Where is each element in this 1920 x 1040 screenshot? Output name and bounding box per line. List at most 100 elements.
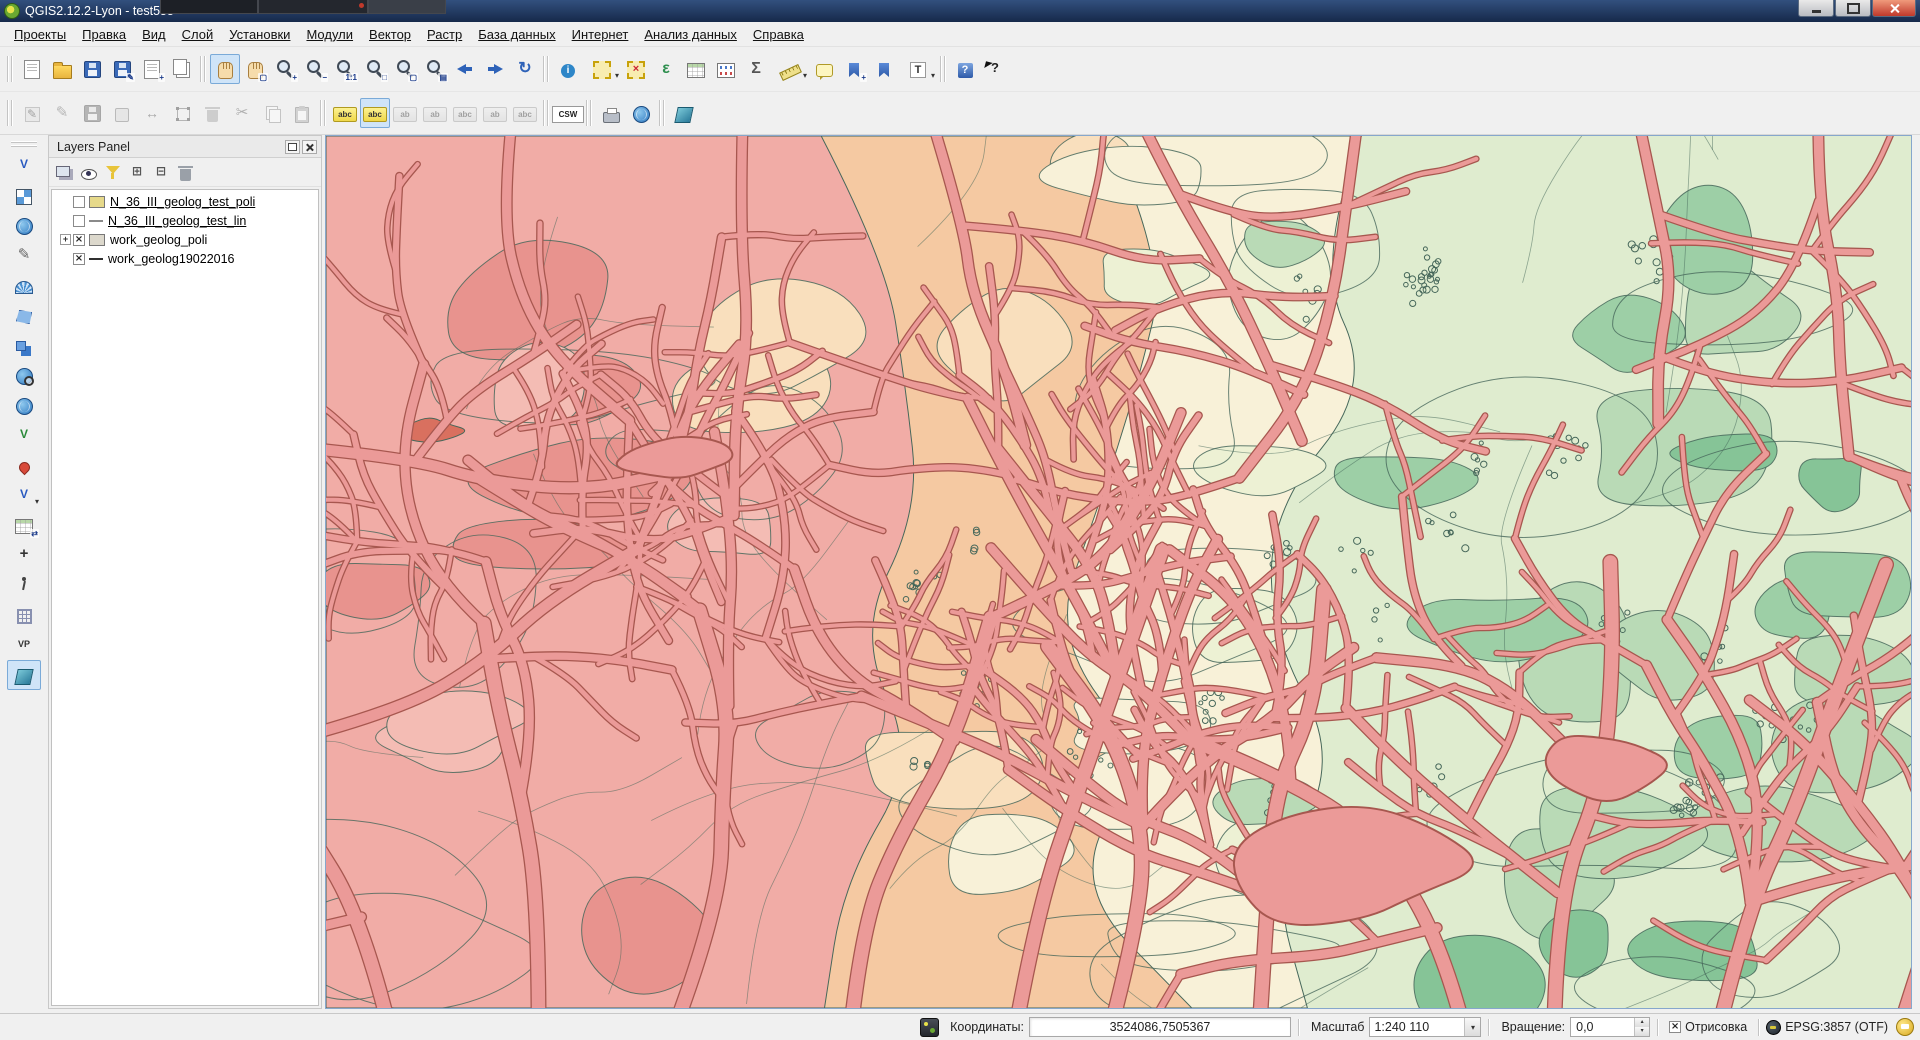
spin-down-icon[interactable]: ▾	[1635, 1027, 1649, 1036]
layer-checkbox[interactable]	[73, 196, 85, 208]
save-layer-edits-button[interactable]	[77, 98, 107, 128]
menu-item-1[interactable]: Правка	[74, 24, 134, 45]
select-by-expression-button[interactable]: ε	[651, 54, 681, 84]
label-rotate-button[interactable]: abc	[450, 98, 480, 128]
vp-tool-button[interactable]: VP	[7, 630, 41, 660]
pan-to-selection-button[interactable]: ▢	[240, 54, 270, 84]
layer-checkbox[interactable]: ×	[73, 253, 85, 265]
zoom-native-button[interactable]: 1:1	[330, 54, 360, 84]
select-features-button[interactable]: ▾	[583, 54, 621, 84]
vector-tools-menu-dropdown-icon[interactable]: ▾	[35, 498, 39, 506]
toggle-editing-button[interactable]: ✎	[47, 98, 77, 128]
paste-features-button[interactable]	[287, 98, 317, 128]
coordinates-toggle-button[interactable]	[920, 1018, 939, 1037]
measure-dropdown-icon[interactable]: ▾	[803, 72, 807, 80]
filter-legend-button[interactable]	[101, 161, 125, 183]
layer-name[interactable]: work_geolog_poli	[110, 233, 207, 247]
spin-up-icon[interactable]: ▴	[1635, 1018, 1649, 1027]
scale-combobox[interactable]: 1:240 110 ▾	[1369, 1017, 1481, 1037]
layer-expander-icon[interactable]: +	[60, 234, 71, 245]
add-raster-layer-button[interactable]	[7, 180, 41, 210]
expand-all-button[interactable]: ⊞	[125, 161, 149, 183]
web-services-button[interactable]	[626, 98, 656, 128]
save-project-as-button[interactable]: ✎	[107, 54, 137, 84]
titlebar[interactable]: QGIS2.12.2-Lyon - test555	[0, 0, 1920, 22]
menu-item-6[interactable]: Вектор	[361, 24, 419, 45]
move-item-tool-button[interactable]: +	[7, 540, 41, 570]
deselect-features-button[interactable]: ×	[621, 54, 651, 84]
move-feature-button[interactable]: ↔	[137, 98, 167, 128]
cut-features-button[interactable]: ✂	[227, 98, 257, 128]
save-project-button[interactable]	[77, 54, 107, 84]
zoom-to-layer-button[interactable]: ▤	[420, 54, 450, 84]
label-properties-button[interactable]: abc	[510, 98, 540, 128]
copy-features-button[interactable]	[257, 98, 287, 128]
layer-item-N_36_III_geolog_test_poli[interactable]: N_36_III_geolog_test_poli	[52, 192, 318, 211]
measure-button[interactable]: ▾	[771, 54, 809, 84]
identify-features-button[interactable]: i	[553, 54, 583, 84]
current-edits-button[interactable]: ✎	[17, 98, 47, 128]
log-messages-button[interactable]	[1896, 1018, 1914, 1036]
label-change-button[interactable]: ab	[480, 98, 510, 128]
open-project-button[interactable]	[47, 54, 77, 84]
add-wms-layer-button[interactable]	[7, 210, 41, 240]
layer-item-work_geolog19022016[interactable]: ×work_geolog19022016	[52, 249, 318, 268]
menu-item-4[interactable]: Установки	[221, 24, 298, 45]
coordinates-input[interactable]: 3524086,7505367	[1029, 1017, 1291, 1037]
field-calculator-button[interactable]	[711, 54, 741, 84]
remove-layer-button[interactable]	[173, 161, 197, 183]
delete-selected-button[interactable]	[197, 98, 227, 128]
zoom-next-button[interactable]	[480, 54, 510, 84]
layer-name[interactable]: N_36_III_geolog_test_lin	[108, 214, 246, 228]
help-contents-button[interactable]: ?	[950, 54, 980, 84]
menu-item-10[interactable]: Анализ данных	[636, 24, 745, 45]
metasearch-csw-button[interactable]: CSW	[553, 98, 583, 128]
layer-checkbox[interactable]: ×	[73, 234, 85, 246]
map-canvas[interactable]	[325, 135, 1912, 1009]
rotation-spin-buttons[interactable]: ▴ ▾	[1634, 1018, 1649, 1036]
manage-layer-visibility-button[interactable]	[77, 161, 101, 183]
text-annotation-dropdown-icon[interactable]: ▾	[931, 72, 935, 80]
layer-item-work_geolog_poli[interactable]: +× work_geolog_poli	[52, 230, 318, 249]
gps-tools-button[interactable]	[7, 570, 41, 600]
grid-tools-button[interactable]	[7, 600, 41, 630]
node-tool-button[interactable]	[167, 98, 197, 128]
layer-item-N_36_III_geolog_test_lin[interactable]: N_36_III_geolog_test_lin	[52, 211, 318, 230]
new-bookmark-button[interactable]: +	[839, 54, 869, 84]
render-checkbox[interactable]: × Отрисовка	[1669, 1020, 1747, 1034]
open-attribute-table-button[interactable]	[681, 54, 711, 84]
crs-status-button[interactable]: EPSG:3857 (OTF)	[1766, 1020, 1888, 1035]
scale-dropdown-icon[interactable]: ▾	[1464, 1018, 1480, 1036]
add-polygon-layer-button[interactable]	[7, 300, 41, 330]
select-features-dropdown-icon[interactable]: ▾	[615, 72, 619, 80]
add-spatialite-layer-button[interactable]	[7, 330, 41, 360]
zoom-out-button[interactable]: −	[300, 54, 330, 84]
menu-item-5[interactable]: Модули	[298, 24, 361, 45]
menu-item-2[interactable]: Вид	[134, 24, 174, 45]
add-vector-layer-button[interactable]: V	[7, 150, 41, 180]
layer-name[interactable]: N_36_III_geolog_test_poli	[110, 195, 255, 209]
menu-item-7[interactable]: Растр	[419, 24, 470, 45]
vector-tools-menu-button[interactable]: V▾	[7, 480, 41, 510]
label-pin-unpin-button[interactable]: abc	[360, 98, 390, 128]
map-tips-button[interactable]	[809, 54, 839, 84]
close-panel-button[interactable]	[302, 140, 317, 154]
menu-item-3[interactable]: Слой	[174, 24, 222, 45]
zoom-in-button[interactable]: +	[270, 54, 300, 84]
label-move-button[interactable]: ab	[420, 98, 450, 128]
oblique-tool-button[interactable]	[669, 98, 699, 128]
add-feature-button[interactable]	[107, 98, 137, 128]
create-points-button[interactable]: V	[7, 420, 41, 450]
table-manager-button[interactable]: ⇄	[7, 510, 41, 540]
text-annotation-button[interactable]: T▾	[899, 54, 937, 84]
label-show-hide-button[interactable]: ab	[390, 98, 420, 128]
interpolation-tool-button[interactable]	[7, 270, 41, 300]
metasearch-catalog-button[interactable]	[7, 360, 41, 390]
refresh-map-button[interactable]: ↻	[510, 54, 540, 84]
render-checkbox-box[interactable]: ×	[1669, 1021, 1681, 1033]
osm-place-search-button[interactable]	[7, 450, 41, 480]
pan-map-button[interactable]	[210, 54, 240, 84]
add-group-button[interactable]	[53, 161, 77, 183]
zoom-full-button[interactable]: □	[360, 54, 390, 84]
float-panel-button[interactable]	[285, 140, 300, 154]
